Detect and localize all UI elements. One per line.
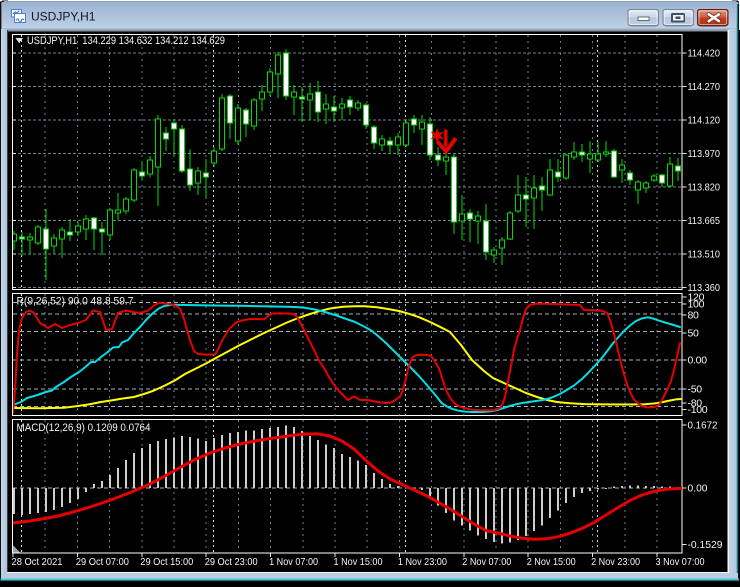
svg-text:1 Nov 23:00: 1 Nov 23:00 <box>398 556 447 568</box>
svg-text:2 Nov 15:00: 2 Nov 15:00 <box>527 556 576 568</box>
svg-text:28 Oct 2021: 28 Oct 2021 <box>12 556 63 568</box>
svg-text:3 Nov 07:00: 3 Nov 07:00 <box>656 556 705 568</box>
svg-text:113.665: 113.665 <box>688 215 721 227</box>
svg-text:R(9,26,52) 90.0 48.8 59.7: R(9,26,52) 90.0 48.8 59.7 <box>17 296 134 308</box>
svg-text:2 Nov 23:00: 2 Nov 23:00 <box>591 556 640 568</box>
svg-text:0.1672: 0.1672 <box>688 420 718 432</box>
svg-text:0.00: 0.00 <box>688 355 708 367</box>
svg-text:80: 80 <box>688 310 700 322</box>
svg-text:114.270: 114.270 <box>688 81 721 93</box>
svg-text:29 Oct 07:00: 29 Oct 07:00 <box>76 556 129 568</box>
svg-text:113.820: 113.820 <box>688 182 721 194</box>
svg-text:-50: -50 <box>688 384 703 396</box>
svg-text:29 Oct 15:00: 29 Oct 15:00 <box>140 556 193 568</box>
svg-text:113.970: 113.970 <box>688 148 721 160</box>
svg-text:113.510: 113.510 <box>688 249 721 261</box>
svg-text:USDJPY,H1 134.229 134.632 134: USDJPY,H1 134.229 134.632 134.212 134.62… <box>27 35 225 47</box>
svg-text:2 Nov 07:00: 2 Nov 07:00 <box>462 556 511 568</box>
svg-text:0.00: 0.00 <box>688 483 708 495</box>
svg-text:MACD(12,26,9) 0.1209 0.0764: MACD(12,26,9) 0.1209 0.0764 <box>17 422 151 434</box>
svg-text:USDJPY,H1: USDJPY,H1 <box>31 10 96 24</box>
svg-text:29 Oct 23:00: 29 Oct 23:00 <box>205 556 258 568</box>
svg-text:1 Nov 07:00: 1 Nov 07:00 <box>269 556 318 568</box>
svg-text:-100: -100 <box>688 404 708 416</box>
svg-text:100: 100 <box>688 299 705 311</box>
svg-text:114.420: 114.420 <box>688 48 721 60</box>
svg-text:1 Nov 15:00: 1 Nov 15:00 <box>334 556 383 568</box>
svg-text:114.120: 114.120 <box>688 115 721 127</box>
svg-text:-0.1529: -0.1529 <box>688 539 723 551</box>
svg-text:50: 50 <box>688 327 700 339</box>
